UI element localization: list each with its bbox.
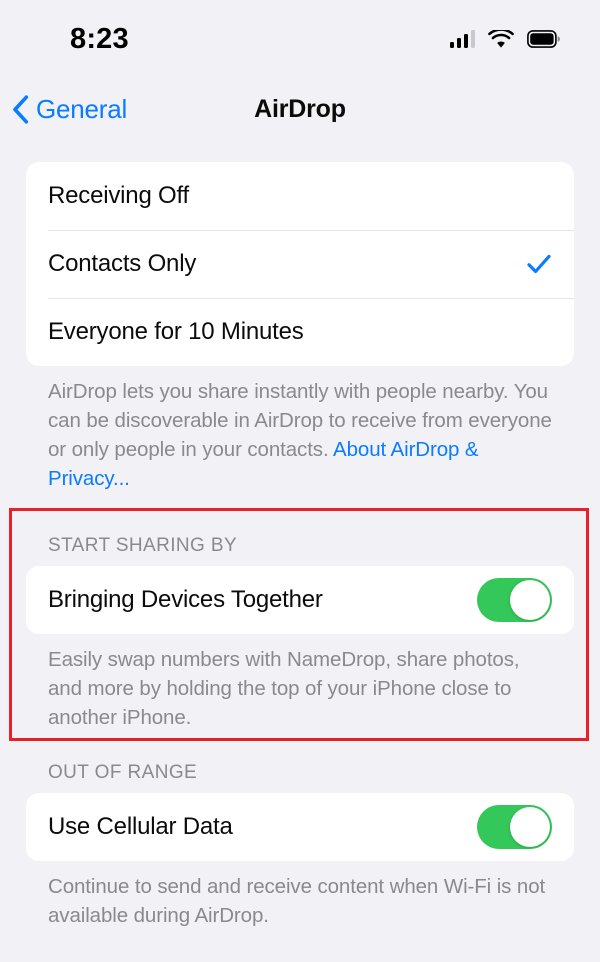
- option-row-contacts-only[interactable]: Contacts Only: [26, 230, 574, 298]
- row-use-cellular-data[interactable]: Use Cellular Data: [26, 793, 574, 861]
- start-sharing-header: START SHARING BY: [48, 535, 238, 556]
- wifi-icon: [488, 29, 514, 49]
- receiving-footer: AirDrop lets you share instantly with pe…: [0, 366, 600, 493]
- chevron-left-icon: [12, 94, 29, 124]
- airdrop-settings-screen: 8:23 General AirDrop Receiving Off Conta…: [0, 0, 600, 962]
- status-bar-indicators: [449, 29, 561, 49]
- battery-full-icon: [527, 30, 560, 48]
- settings-content: Receiving Off Contacts Only Everyone for…: [0, 140, 600, 930]
- use-cellular-data-toggle[interactable]: [477, 805, 552, 849]
- receiving-options-card: Receiving Off Contacts Only Everyone for…: [26, 162, 574, 366]
- option-label: Contacts Only: [48, 250, 197, 277]
- navigation-bar: General AirDrop: [0, 78, 600, 140]
- start-sharing-card: Bringing Devices Together: [26, 566, 574, 634]
- bringing-devices-together-toggle[interactable]: [477, 578, 552, 622]
- status-bar-time: 8:23: [70, 22, 129, 55]
- back-button-label: General: [36, 93, 128, 124]
- row-label: Use Cellular Data: [48, 813, 233, 840]
- toggle-knob: [510, 807, 550, 847]
- option-row-receiving-off[interactable]: Receiving Off: [26, 162, 574, 230]
- out-of-range-card: Use Cellular Data: [26, 793, 574, 861]
- checkmark-icon: [526, 251, 552, 277]
- out-of-range-header: OUT OF RANGE: [48, 762, 198, 783]
- option-label: Everyone for 10 Minutes: [48, 318, 304, 345]
- cellular-signal-icon: [449, 30, 475, 48]
- row-label: Bringing Devices Together: [48, 586, 323, 613]
- status-bar: 8:23: [0, 0, 600, 78]
- option-row-everyone-10-minutes[interactable]: Everyone for 10 Minutes: [26, 298, 574, 366]
- start-sharing-footer: Easily swap numbers with NameDrop, share…: [48, 648, 520, 729]
- row-bringing-devices-together[interactable]: Bringing Devices Together: [26, 566, 574, 634]
- back-button[interactable]: General: [0, 94, 127, 125]
- option-label: Receiving Off: [48, 182, 190, 209]
- out-of-range-footer: Continue to send and receive content whe…: [48, 875, 546, 927]
- toggle-knob: [510, 580, 550, 620]
